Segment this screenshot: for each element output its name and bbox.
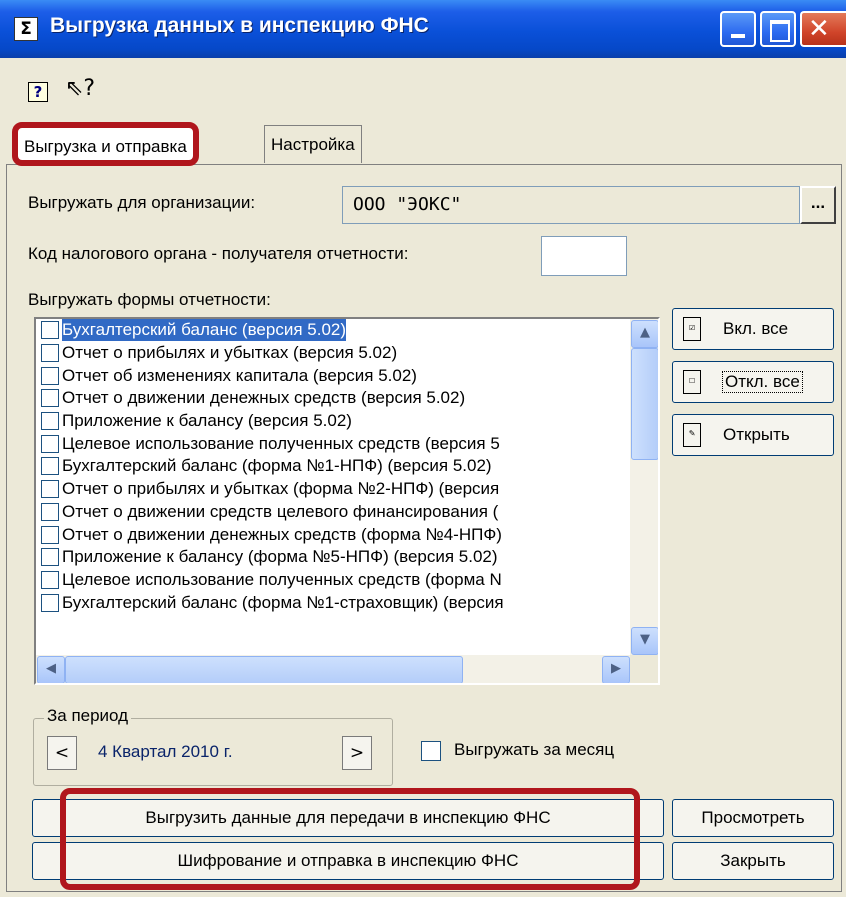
list-item-label: Отчет о движении средств целевого финанс…: [62, 501, 499, 521]
horizontal-scroll-thumb[interactable]: [65, 656, 463, 683]
horizontal-scrollbar[interactable]: ◀ ▶: [36, 655, 630, 683]
checked-list-icon: ☑: [683, 317, 701, 341]
checkbox[interactable]: [41, 344, 59, 363]
maximize-icon: [770, 20, 790, 42]
checkbox[interactable]: [41, 321, 59, 340]
window-title: Выгрузка данных в инспекцию ФНС: [50, 14, 429, 37]
list-item-label: Отчет о прибылях и убытках (форма №2-НПФ…: [62, 479, 500, 499]
checkbox[interactable]: [41, 593, 59, 612]
list-item-label: Бухгалтерский баланс (версия 5.02): [62, 319, 347, 342]
scrollbar-corner: [630, 655, 658, 683]
list-item[interactable]: Бухгалтерский баланс (форма №1-НПФ) (вер…: [36, 455, 630, 478]
minimize-button[interactable]: [720, 11, 756, 47]
org-select-button[interactable]: ...: [800, 186, 836, 224]
checkbox[interactable]: [41, 366, 59, 385]
maximize-button[interactable]: [760, 11, 796, 47]
checkbox[interactable]: [41, 389, 59, 408]
select-all-label: Вкл. все: [723, 319, 789, 338]
list-item[interactable]: Отчет о прибылях и убытках (форма №2-НПФ…: [36, 478, 630, 501]
forms-label: Выгружать формы отчетности:: [28, 290, 271, 309]
open-button[interactable]: ✎ Открыть: [672, 414, 834, 456]
month-checkbox-label: Выгружать за месяц: [454, 740, 615, 759]
checkbox[interactable]: [41, 548, 59, 567]
list-item-label: Приложение к балансу (версия 5.02): [62, 411, 352, 431]
list-item[interactable]: Отчет о прибылях и убытках (версия 5.02): [36, 342, 630, 365]
forms-list[interactable]: Бухгалтерский баланс (версия 5.02) Отчет…: [36, 319, 630, 655]
list-item[interactable]: Бухгалтерский баланс (форма №1-страховщи…: [36, 591, 630, 614]
list-item-label: Отчет об изменениях капитала (версия 5.0…: [62, 365, 417, 385]
org-label: Выгружать для организации:: [28, 193, 256, 212]
scroll-up-icon[interactable]: ▲: [631, 320, 658, 348]
list-item-label: Бухгалтерский баланс (форма №1-страховщи…: [62, 592, 504, 612]
list-item[interactable]: Целевое использование полученных средств…: [36, 432, 630, 455]
checkbox[interactable]: [41, 457, 59, 476]
list-item-label: Целевое использование полученных средств…: [62, 433, 500, 453]
sum-icon: Σ: [14, 17, 38, 41]
deselect-all-label: Откл. все: [722, 371, 803, 393]
checkbox[interactable]: [41, 434, 59, 453]
list-item-label: Отчет о движении денежных средств (форма…: [62, 524, 502, 544]
tax-code-label: Код налогового органа - получателя отчет…: [28, 244, 409, 263]
period-prev-button[interactable]: <: [47, 736, 77, 770]
scroll-left-icon[interactable]: ◀: [37, 656, 65, 683]
list-item-label: Приложение к балансу (форма №5-НПФ) (вер…: [62, 547, 498, 567]
scroll-down-icon[interactable]: ▼: [631, 627, 658, 655]
checkbox[interactable]: [41, 502, 59, 521]
list-item-label: Бухгалтерский баланс (форма №1-НПФ) (вер…: [62, 456, 492, 476]
list-item[interactable]: Отчет о движении средств целевого финанс…: [36, 501, 630, 524]
context-help-icon[interactable]: ⇖?: [65, 76, 95, 101]
help-icon[interactable]: ?: [28, 82, 48, 102]
forms-listbox[interactable]: Бухгалтерский баланс (версия 5.02) Отчет…: [34, 317, 660, 685]
tax-code-field[interactable]: [541, 236, 627, 276]
close-icon: ✕: [808, 14, 830, 44]
scroll-right-icon[interactable]: ▶: [602, 656, 630, 683]
list-item[interactable]: Отчет о движении денежных средств (форма…: [36, 523, 630, 546]
unchecked-list-icon: ☐: [683, 370, 701, 394]
edit-document-icon: ✎: [683, 423, 701, 447]
checkbox[interactable]: [41, 480, 59, 499]
checkbox[interactable]: [41, 412, 59, 431]
select-all-button[interactable]: ☑ Вкл. все: [672, 308, 834, 350]
period-value: 4 Квартал 2010 г.: [98, 742, 233, 761]
highlight-frame: [60, 788, 640, 890]
list-item[interactable]: Отчет о движении денежных средств (верси…: [36, 387, 630, 410]
list-item-label: Отчет о прибылях и убытках (версия 5.02): [62, 343, 398, 363]
list-item-label: Целевое использование полученных средств…: [62, 569, 502, 589]
vertical-scrollbar[interactable]: ▲ ▼: [630, 319, 658, 655]
list-item-label: Отчет о движении денежных средств (верси…: [62, 388, 466, 408]
minimize-icon: [731, 34, 745, 38]
list-item[interactable]: Отчет об изменениях капитала (версия 5.0…: [36, 364, 630, 387]
tab-export-send[interactable]: Выгрузка и отправка: [12, 122, 199, 166]
list-item[interactable]: Бухгалтерский баланс (версия 5.02): [36, 319, 630, 342]
view-button[interactable]: Просмотреть: [672, 799, 834, 837]
list-item[interactable]: Приложение к балансу (форма №5-НПФ) (вер…: [36, 546, 630, 569]
checkbox[interactable]: [41, 570, 59, 589]
close-button[interactable]: Закрыть: [672, 842, 834, 880]
list-item[interactable]: Приложение к балансу (версия 5.02): [36, 410, 630, 433]
month-checkbox[interactable]: [421, 741, 441, 761]
deselect-all-button[interactable]: ☐ Откл. все: [672, 361, 834, 403]
tab-settings[interactable]: Настройка: [264, 125, 362, 163]
open-label: Открыть: [723, 425, 790, 444]
org-field[interactable]: ООО "ЭОКС": [342, 186, 800, 224]
period-next-button[interactable]: >: [342, 736, 372, 770]
list-item[interactable]: Целевое использование полученных средств…: [36, 569, 630, 592]
checkbox[interactable]: [41, 525, 59, 544]
close-window-button[interactable]: ✕: [800, 11, 846, 47]
period-legend: За период: [44, 706, 132, 726]
vertical-scroll-thumb[interactable]: [631, 348, 658, 460]
